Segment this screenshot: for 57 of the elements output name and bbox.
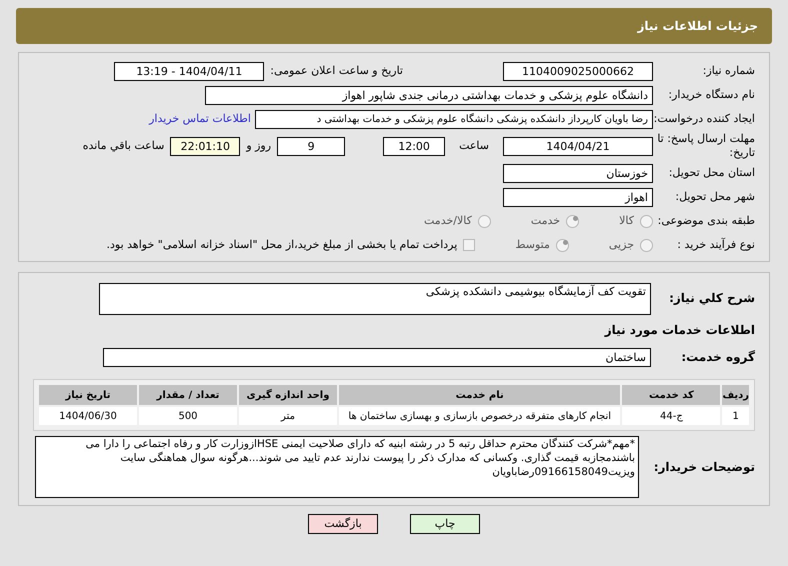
option-label: جزیی [608,236,634,253]
column-header: تعداد / مقدار [138,384,238,406]
summary-textarea[interactable]: تقویت کف آزمایشگاه بیوشیمی دانشکده پزشکی [99,283,651,315]
option-label: پرداخت تمام یا بخشی از مبلغ خرید،از محل "اسناد خزانه اسلامی" خواهد بود. [106,236,458,253]
table-cell: ج-44 [621,406,722,426]
column-header: تاریخ نیاز [38,384,138,406]
radio-button[interactable] [478,214,491,228]
field-label: ایجاد کننده درخواست: [653,112,755,126]
radio-button[interactable] [640,214,653,228]
table-cell: 1 [721,406,750,426]
field-value[interactable]: رضا باویان کارپرداز دانشکده پزشکی دانشگاه علوم پزشکی و خدمات بهداشتی د [255,110,653,128]
back-button[interactable]: بازگشت [308,514,378,534]
field-label: استان محل تحویل: [668,166,755,180]
field-value[interactable]: ساختمان [103,348,651,366]
field-value[interactable]: 1404/04/11 - 13:19 [114,62,264,80]
field-label: شماره نیاز: [702,64,755,78]
column-header: ردیف [721,384,750,406]
field-label: روز و [246,138,272,154]
notes-textarea[interactable]: *مهم*شرکت کنندگان محترم حداقل رتبه 5 در رشته ابنیه که دارای صلاحیت ایمنی HSEازوزارت کار و رفاه اجتماعی را دارا می باشندمجازبه قیمت گذاری. وکسانی که مدارک ذکر را پیوست ندارند عدم تایید می شوند...هرگونه سوال هماهنگی سایت ویزیت09166158049رضاباویان [35,436,639,498]
column-header: نام خدمت [338,384,622,406]
table-cell: انجام کارهای متفرقه درخصوص بازسازی و بهسازی ساختمان ها [338,406,622,426]
field-label: ساعت باقي مانده [82,138,164,154]
table-cell: 1404/06/30 [38,406,138,426]
field-label: شرح کلي نیاز: [668,290,755,307]
field-label: تاریخ و ساعت اعلان عمومی: [270,62,403,79]
field-label: نام دستگاه خریدار: [667,88,755,102]
column-header: واحد اندازه گیری [238,384,338,406]
field-label: شهر محل تحویل: [674,190,755,204]
radio-button[interactable] [556,238,569,252]
table-cell: 500 [138,406,238,426]
radio-button[interactable] [566,214,580,228]
field-label: طبقه بندی موضوعی: [656,214,755,228]
option-label: خدمت [530,212,560,229]
field-value[interactable]: اهواز [503,188,653,206]
checkbox[interactable] [463,239,476,251]
field-value[interactable]: دانشگاه علوم پزشکی و خدمات بهداشتی درمانی جندی شاپور اهواز [205,86,653,104]
field-value[interactable]: خوزستان [503,164,653,182]
field-label: مهلت ارسال پاسخ: تا تاریخ: [656,132,755,160]
radio-button[interactable] [640,238,653,252]
field-value[interactable]: 22:01:10 [170,136,240,156]
field-value[interactable]: 12:00 [383,136,446,156]
field-value[interactable]: 1104009025000662 [503,62,653,80]
field-label: توضیحات خریدار: [652,459,755,476]
option-label: کالا [619,212,634,229]
field-label: گروه خدمت: [680,349,755,366]
page-title: جزئیات اطلاعات نیاز [16,8,772,44]
option-label: متوسط [515,236,550,253]
section-heading: اطلاعات خدمات مورد نیاز [603,322,755,339]
option-label: کالا/خدمت [424,212,472,229]
table-cell: متر [238,406,338,426]
contact-link[interactable]: اطلاعات تماس خریدار [149,110,251,128]
print-button[interactable]: چاپ [410,514,480,534]
column-header: کد خدمت [621,384,722,406]
field-value[interactable]: 9 [277,136,346,156]
field-value[interactable]: 1404/04/21 [503,136,653,156]
field-label: ساعت [459,138,489,154]
field-label: نوع فرآیند خرید : [676,238,755,252]
